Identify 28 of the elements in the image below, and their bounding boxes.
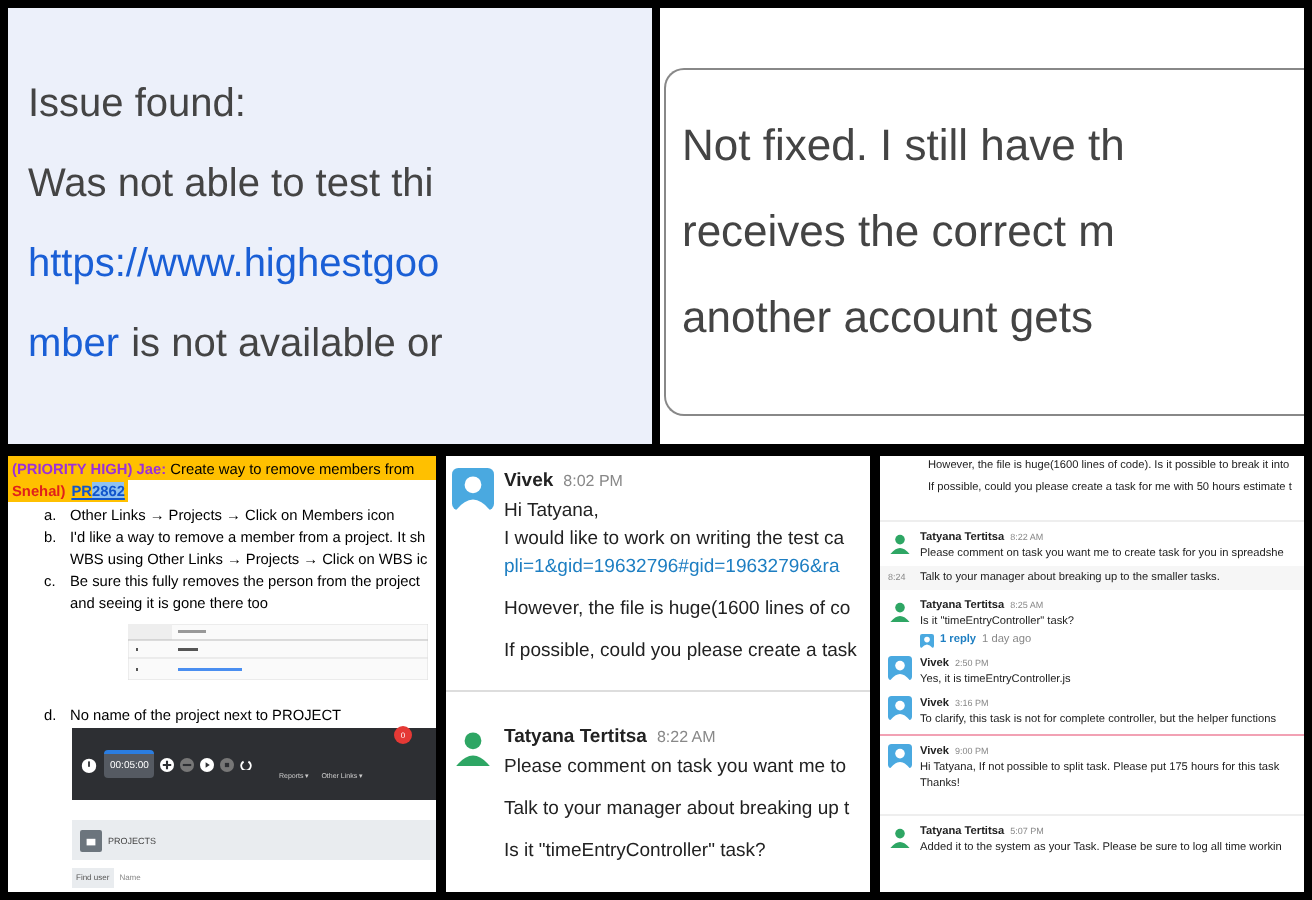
- link[interactable]: mber: [28, 304, 120, 384]
- message-time: 8:22 AM: [656, 726, 716, 750]
- message-text: Is it "timeEntryController" task?: [504, 838, 768, 866]
- folder-icon: [80, 829, 102, 851]
- author-name[interactable]: Vivek: [504, 468, 554, 496]
- reply-avatar-icon: [920, 633, 934, 647]
- note-text: is not available or: [131, 320, 443, 370]
- alarm-clock-icon: [80, 755, 98, 773]
- comment-text: another account gets: [682, 290, 1095, 346]
- link[interactable]: https://www.highestgoo: [28, 224, 632, 304]
- author-name[interactable]: Tatyana Tertitsa: [504, 724, 647, 752]
- comment-text: Not fixed. I still have th: [682, 118, 1127, 174]
- note-heading: Issue found:: [28, 80, 248, 130]
- note-text: Was not able to test thi: [28, 160, 436, 210]
- message-text: I would like to work on writing the test ca: [504, 526, 847, 554]
- message-text: Please comment on task you want me to: [504, 754, 849, 782]
- reset-icon[interactable]: [240, 758, 253, 770]
- link[interactable]: pli=1&gid=19632796#gid=19632796&ra: [504, 554, 857, 582]
- stop-icon[interactable]: [220, 757, 235, 771]
- message-time: 8:02 PM: [563, 470, 623, 494]
- message-text: Hi Tatyana,: [504, 498, 601, 526]
- comment-text: receives the correct m: [682, 204, 1117, 260]
- message-text: If possible, could you please create a task: [504, 638, 857, 666]
- message-text: Talk to your manager about breaking up t: [504, 796, 850, 824]
- minus-icon[interactable]: [180, 757, 195, 771]
- message-text: However, the file is huge(1600 lines of co: [504, 596, 853, 624]
- play-icon[interactable]: [200, 757, 215, 771]
- add-icon[interactable]: [160, 757, 175, 771]
